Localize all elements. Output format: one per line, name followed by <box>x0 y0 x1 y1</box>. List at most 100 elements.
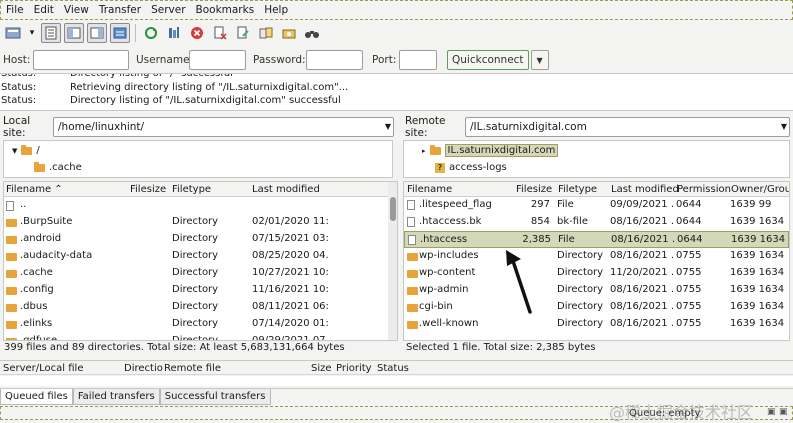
cell-permission: 0755 <box>676 318 702 329</box>
folder-icon <box>6 253 17 261</box>
local-path-input[interactable]: /home/linuxhint/ ▼ <box>53 117 394 137</box>
col-filename[interactable]: Filename <box>407 184 452 195</box>
cell-filetype: Directory <box>172 284 219 295</box>
local-vertical-scrollbar[interactable] <box>388 182 397 340</box>
queue-col-server-local[interactable]: Server/Local file <box>3 363 84 374</box>
tree-node-access-logs[interactable]: ? access-logs <box>435 160 507 175</box>
reconnect-icon[interactable] <box>233 23 253 43</box>
cell-last-modified: 02/01/2020 11:... <box>252 216 328 227</box>
file-icon <box>408 235 416 245</box>
menu-view[interactable]: View <box>64 4 89 16</box>
port-input[interactable] <box>399 50 437 70</box>
cell-filetype: Directory <box>172 233 219 244</box>
chevron-down-icon[interactable]: ▼ <box>385 122 391 131</box>
table-row[interactable]: cgi-bin Directory 08/16/2021 ... 0755 1639 1… <box>404 299 789 316</box>
menu-server[interactable]: Server <box>151 4 185 16</box>
menu-help[interactable]: Help <box>264 4 288 16</box>
table-row[interactable]: wp-admin Directory 08/16/2021 ... 0755 1639 … <box>404 282 789 299</box>
disconnect-icon[interactable] <box>210 23 230 43</box>
scroll-thumb[interactable] <box>390 197 396 221</box>
local-status: 399 files and 89 directories. Total size… <box>4 342 345 353</box>
table-row[interactable]: wp-includes Directory 08/16/2021 ... 0755 16… <box>404 248 789 265</box>
refresh-icon[interactable] <box>141 23 161 43</box>
folder-icon <box>6 338 17 340</box>
toggle-local-tree-icon[interactable] <box>64 23 84 43</box>
table-row[interactable]: wp-content Directory 11/20/2021 ... 0755 163… <box>404 265 789 282</box>
remote-path-input[interactable]: /IL.saturnixdigital.com ▼ <box>465 117 790 137</box>
menu-transfer[interactable]: Transfer <box>99 4 141 16</box>
process-queue-icon[interactable] <box>164 23 184 43</box>
tab-failed-transfers[interactable]: Failed transfers <box>72 389 160 405</box>
toggle-log-icon[interactable] <box>41 23 61 43</box>
sync-browse-icon[interactable] <box>279 23 299 43</box>
col-filetype[interactable]: Filetype <box>172 184 211 195</box>
table-row[interactable]: .audacity-data Directory 08/25/2020 04... <box>4 248 387 265</box>
cell-filename: .htaccess.bk <box>419 216 482 227</box>
table-row[interactable]: .android Directory 07/15/2021 03:... <box>4 231 387 248</box>
remote-site-bar: Remote site: /IL.saturnixdigital.com ▼ <box>405 115 791 139</box>
table-row[interactable]: .elinks Directory 07/14/2020 01:... <box>4 316 387 333</box>
queue-col-remote-file[interactable]: Remote file <box>164 363 221 374</box>
col-filename[interactable]: Filename ⌃ <box>6 184 63 195</box>
cell-owner-group: 1639 1634 <box>730 216 785 227</box>
chevron-down-icon[interactable]: ▼ <box>530 50 549 70</box>
queue-col-size[interactable]: Size <box>311 363 332 374</box>
col-filetype[interactable]: Filetype <box>558 184 597 195</box>
col-last-modified[interactable]: Last modified <box>252 184 320 195</box>
col-owner-group[interactable]: Owner/Grou <box>731 184 789 195</box>
host-label: Host: <box>3 54 31 66</box>
table-row[interactable]: .gdfuse Directory 09/29/2021 07... <box>4 333 387 341</box>
table-row[interactable]: .well-known Directory 08/16/2021 ... 0755 16… <box>404 316 789 333</box>
expander-icon[interactable]: ▼ <box>12 147 17 155</box>
transfer-indicator-icon: ▣ <box>779 407 788 417</box>
chevron-down-icon[interactable]: ▾ <box>26 23 38 43</box>
tree-node-cache[interactable]: .cache <box>34 160 82 175</box>
queue-status: Queue: empty <box>629 408 701 419</box>
table-row[interactable]: .. <box>4 197 387 214</box>
toggle-queue-icon[interactable] <box>110 23 130 43</box>
tree-node-root[interactable]: ▼ / <box>12 143 40 158</box>
cell-filename: .audacity-data <box>20 250 93 261</box>
host-input[interactable] <box>33 50 129 70</box>
cell-filetype: Directory <box>557 318 604 329</box>
quickconnect-button[interactable]: Quickconnect <box>447 50 529 70</box>
chevron-down-icon[interactable]: ▼ <box>781 122 787 131</box>
menu-file[interactable]: File <box>6 4 24 16</box>
site-manager-icon[interactable] <box>3 23 23 43</box>
table-row[interactable]: .dbus Directory 08/11/2021 06:... <box>4 299 387 316</box>
menu-edit[interactable]: Edit <box>34 4 54 16</box>
col-filesize[interactable]: Filesize <box>516 184 552 195</box>
unknown-folder-icon: ? <box>435 162 445 173</box>
username-input[interactable] <box>189 50 246 70</box>
cell-owner-group: 1639 1634 <box>730 301 785 312</box>
queue-col-direction[interactable]: Directio <box>124 363 163 374</box>
cancel-icon[interactable] <box>187 23 207 43</box>
table-row[interactable]: .config Directory 11/16/2021 10:... <box>4 282 387 299</box>
directory-compare-icon[interactable] <box>256 23 276 43</box>
folder-icon <box>6 304 17 312</box>
cell-filename: .gdfuse <box>20 335 58 341</box>
table-row[interactable]: .litespeed_flag 297 File 09/09/2021 ... 0644… <box>404 197 789 214</box>
tab-queued-files[interactable]: Queued files <box>0 389 73 405</box>
table-row[interactable]: .BurpSuite Directory 02/01/2020 11:... <box>4 214 387 231</box>
toggle-remote-tree-icon[interactable] <box>87 23 107 43</box>
col-filesize[interactable]: Filesize <box>130 184 166 195</box>
cell-filetype: Directory <box>172 301 219 312</box>
table-row-selected[interactable]: .htaccess 2,385 File 08/16/2021 ... 0644 1639… <box>404 231 789 248</box>
tab-successful-transfers[interactable]: Successful transfers <box>159 389 271 405</box>
table-row[interactable]: .htaccess.bk 854 bk-file 08/16/2021 ... 0644… <box>404 214 789 231</box>
cell-permission: 0644 <box>676 216 702 227</box>
expander-icon[interactable]: ▸ <box>422 147 426 155</box>
col-permission[interactable]: Permission <box>677 184 731 195</box>
binoculars-icon[interactable] <box>302 23 322 43</box>
menu-bookmarks[interactable]: Bookmarks <box>196 4 255 16</box>
col-last-modified[interactable]: Last modified <box>611 184 679 195</box>
log-entry: Status: Directory listing of "/IL.saturn… <box>0 95 341 108</box>
table-row[interactable]: .cache Directory 10/27/2021 10:... <box>4 265 387 282</box>
cell-filename: .htaccess <box>420 234 468 245</box>
password-input[interactable] <box>306 50 363 70</box>
tree-node-site[interactable]: ▸ IL.saturnixdigital.com <box>422 143 559 158</box>
queue-col-priority[interactable]: Priority <box>336 363 372 374</box>
queue-col-status[interactable]: Status <box>377 363 409 374</box>
local-path-text: /home/linuxhint/ <box>58 121 145 133</box>
